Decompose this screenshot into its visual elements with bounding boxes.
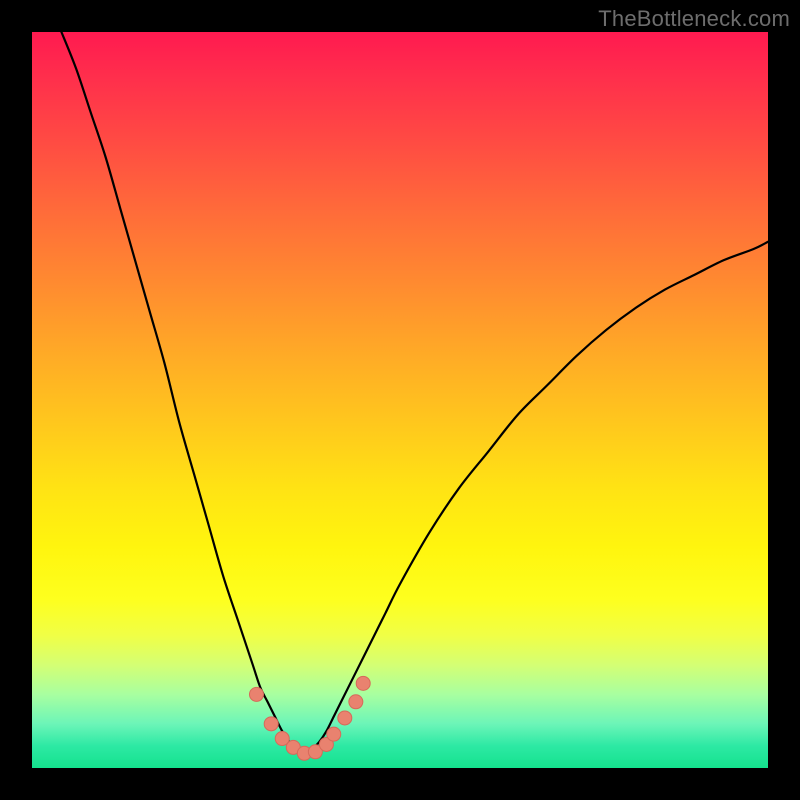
watermark-text: TheBottleneck.com xyxy=(598,6,790,32)
outer-frame: TheBottleneck.com xyxy=(0,0,800,800)
bottleneck-curve-path xyxy=(61,32,768,753)
scatter-marker xyxy=(338,711,352,725)
scatter-markers xyxy=(249,676,370,760)
scatter-marker xyxy=(249,687,263,701)
scatter-marker xyxy=(349,695,363,709)
scatter-marker xyxy=(356,676,370,690)
scatter-marker xyxy=(264,717,278,731)
plot-area xyxy=(32,32,768,768)
scatter-marker xyxy=(327,727,341,741)
bottleneck-curve-svg xyxy=(32,32,768,768)
